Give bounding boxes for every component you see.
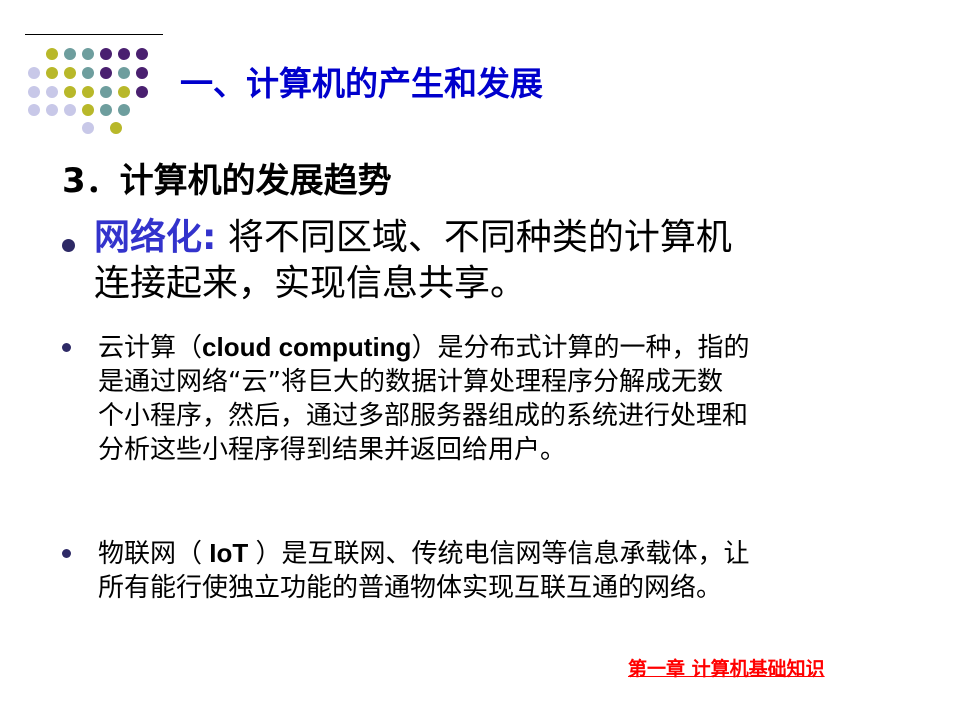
bullet-dot-icon <box>62 549 71 558</box>
bullet-cloud-text: 云计算（cloud computing）是分布式计算的一种，指的 是通过网络“云… <box>98 330 910 467</box>
dot-grid-icon <box>28 48 148 134</box>
networking-text-line2: 连接起来，实现信息共享。 <box>94 263 527 304</box>
bullet-dot-icon <box>62 239 75 252</box>
bullet-networking-text: 网络化: 将不同区域、不同种类的计算机 连接起来，实现信息共享。 <box>94 215 914 307</box>
slide-title: 一、计算机的产生和发展 <box>180 64 543 103</box>
section-subtitle: 3．计算机的发展趋势 <box>62 161 392 201</box>
iot-suffix: ）是互联网、传统电信网等信息承载体，让 <box>255 539 750 569</box>
chapter-footer-link[interactable]: 第一章 计算机基础知识 <box>628 654 825 681</box>
bullet-iot-text: 物联网（ IoT ）是互联网、传统电信网等信息承载体，让 所有能行使独立功能的普… <box>98 536 910 605</box>
cloud-line4: 分析这些小程序得到结果并返回给用户。 <box>98 435 567 465</box>
slide: 一、计算机的产生和发展 3．计算机的发展趋势 网络化: 将不同区域、不同种类的计… <box>0 0 960 720</box>
networking-keyword: 网络化: <box>94 217 217 258</box>
bullet-cloud-computing: 云计算（cloud computing）是分布式计算的一种，指的 是通过网络“云… <box>62 330 912 475</box>
cloud-line3: 个小程序，然后，通过多部服务器组成的系统进行处理和 <box>98 401 749 431</box>
bullet-dot-icon <box>62 343 71 352</box>
bullet-iot: 物联网（ IoT ）是互联网、传统电信网等信息承载体，让 所有能行使独立功能的普… <box>62 536 912 611</box>
bullet-networking: 网络化: 将不同区域、不同种类的计算机 连接起来，实现信息共享。 <box>62 215 912 315</box>
iot-term: IoT <box>202 538 256 568</box>
cloud-suffix: ）是分布式计算的一种，指的 <box>411 333 750 363</box>
cloud-line2: 是通过网络“云”将巨大的数据计算处理程序分解成无数 <box>98 367 723 397</box>
cloud-term: cloud computing <box>202 332 412 362</box>
iot-prefix: 物联网（ <box>98 539 203 569</box>
cloud-prefix: 云计算（ <box>98 333 203 363</box>
networking-text-line1: 将不同区域、不同种类的计算机 <box>227 217 732 258</box>
iot-line2: 所有能行使独立功能的普通物体实现互联互通的网络。 <box>98 573 723 603</box>
